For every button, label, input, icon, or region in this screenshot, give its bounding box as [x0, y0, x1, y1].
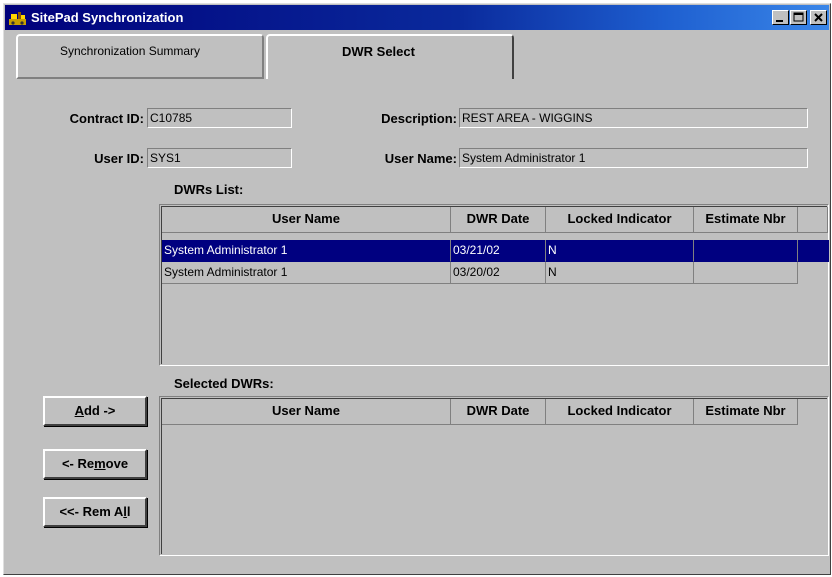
column-header-user-name[interactable]: User Name: [162, 207, 451, 233]
remove-button-access-key: m: [94, 456, 106, 471]
table-row[interactable]: System Administrator 1 03/21/02 N: [162, 240, 829, 262]
tab-label: Synchronization Summary: [60, 44, 201, 58]
remove-button[interactable]: <- Remove: [43, 449, 147, 479]
add-button-access-key: A: [74, 403, 84, 418]
column-header-estimate-nbr[interactable]: Estimate Nbr: [694, 399, 798, 425]
minimize-button[interactable]: [772, 10, 789, 25]
user-name-field[interactable]: System Administrator 1: [459, 148, 808, 168]
user-id-field[interactable]: SYS1: [147, 148, 292, 168]
table-row[interactable]: System Administrator 1 03/20/02 N: [162, 262, 807, 284]
cell-estimate-nbr: [694, 262, 798, 284]
tab-synchronization-summary[interactable]: Synchronization Summary: [16, 34, 264, 79]
dwrs-list-label: DWRs List:: [174, 182, 244, 197]
title-bar[interactable]: SitePad Synchronization: [5, 5, 829, 30]
rem-all-button-prefix: <<- Rem A: [59, 504, 124, 519]
maximize-button[interactable]: [790, 10, 807, 25]
column-header-locked-indicator[interactable]: Locked Indicator: [546, 207, 694, 233]
cell-user-name: System Administrator 1: [162, 262, 451, 284]
remove-button-prefix: <- Re: [61, 456, 95, 471]
description-label: Description:: [381, 111, 457, 126]
add-button-suffix: dd ->: [83, 403, 116, 418]
column-header-locked-indicator[interactable]: Locked Indicator: [546, 399, 694, 425]
cell-locked-indicator: N: [546, 262, 694, 284]
column-header-user-name[interactable]: User Name: [162, 399, 451, 425]
tab-dwr-select[interactable]: DWR Select: [266, 34, 514, 79]
selected-dwrs-grid[interactable]: User Name DWR Date Locked Indicator Esti…: [159, 396, 829, 556]
rem-all-button-suffix: l: [126, 504, 131, 519]
window-title: SitePad Synchronization: [31, 10, 184, 25]
contract-id-field[interactable]: C10785: [147, 108, 292, 128]
description-field[interactable]: REST AREA - WIGGINS: [459, 108, 808, 128]
contract-id-label: Contract ID:: [69, 111, 144, 126]
cell-dwr-date: 03/20/02: [451, 262, 546, 284]
column-header-spacer: [798, 207, 828, 233]
close-button[interactable]: [810, 10, 827, 25]
cell-user-name: System Administrator 1: [162, 240, 451, 262]
column-header-estimate-nbr[interactable]: Estimate Nbr: [694, 207, 798, 233]
add-button[interactable]: Add ->: [43, 396, 147, 426]
remove-button-suffix: ove: [105, 456, 129, 471]
column-header-dwr-date[interactable]: DWR Date: [451, 207, 546, 233]
column-header-dwr-date[interactable]: DWR Date: [451, 399, 546, 425]
tab-label: DWR Select: [342, 44, 415, 59]
cell-estimate-nbr: [694, 240, 798, 262]
selected-dwrs-label: Selected DWRs:: [174, 376, 274, 391]
dwrs-list-grid[interactable]: User Name DWR Date Locked Indicator Esti…: [159, 204, 829, 366]
cell-locked-indicator: N: [546, 240, 694, 262]
cell-dwr-date: 03/21/02: [451, 240, 546, 262]
sitepad-app-icon: [9, 10, 26, 25]
sitepad-window: SitePad Synchronization Synchronization …: [3, 3, 831, 575]
user-name-label: User Name:: [384, 151, 457, 166]
remove-all-button[interactable]: <<- Rem All: [43, 497, 147, 527]
user-id-label: User ID:: [94, 151, 144, 166]
